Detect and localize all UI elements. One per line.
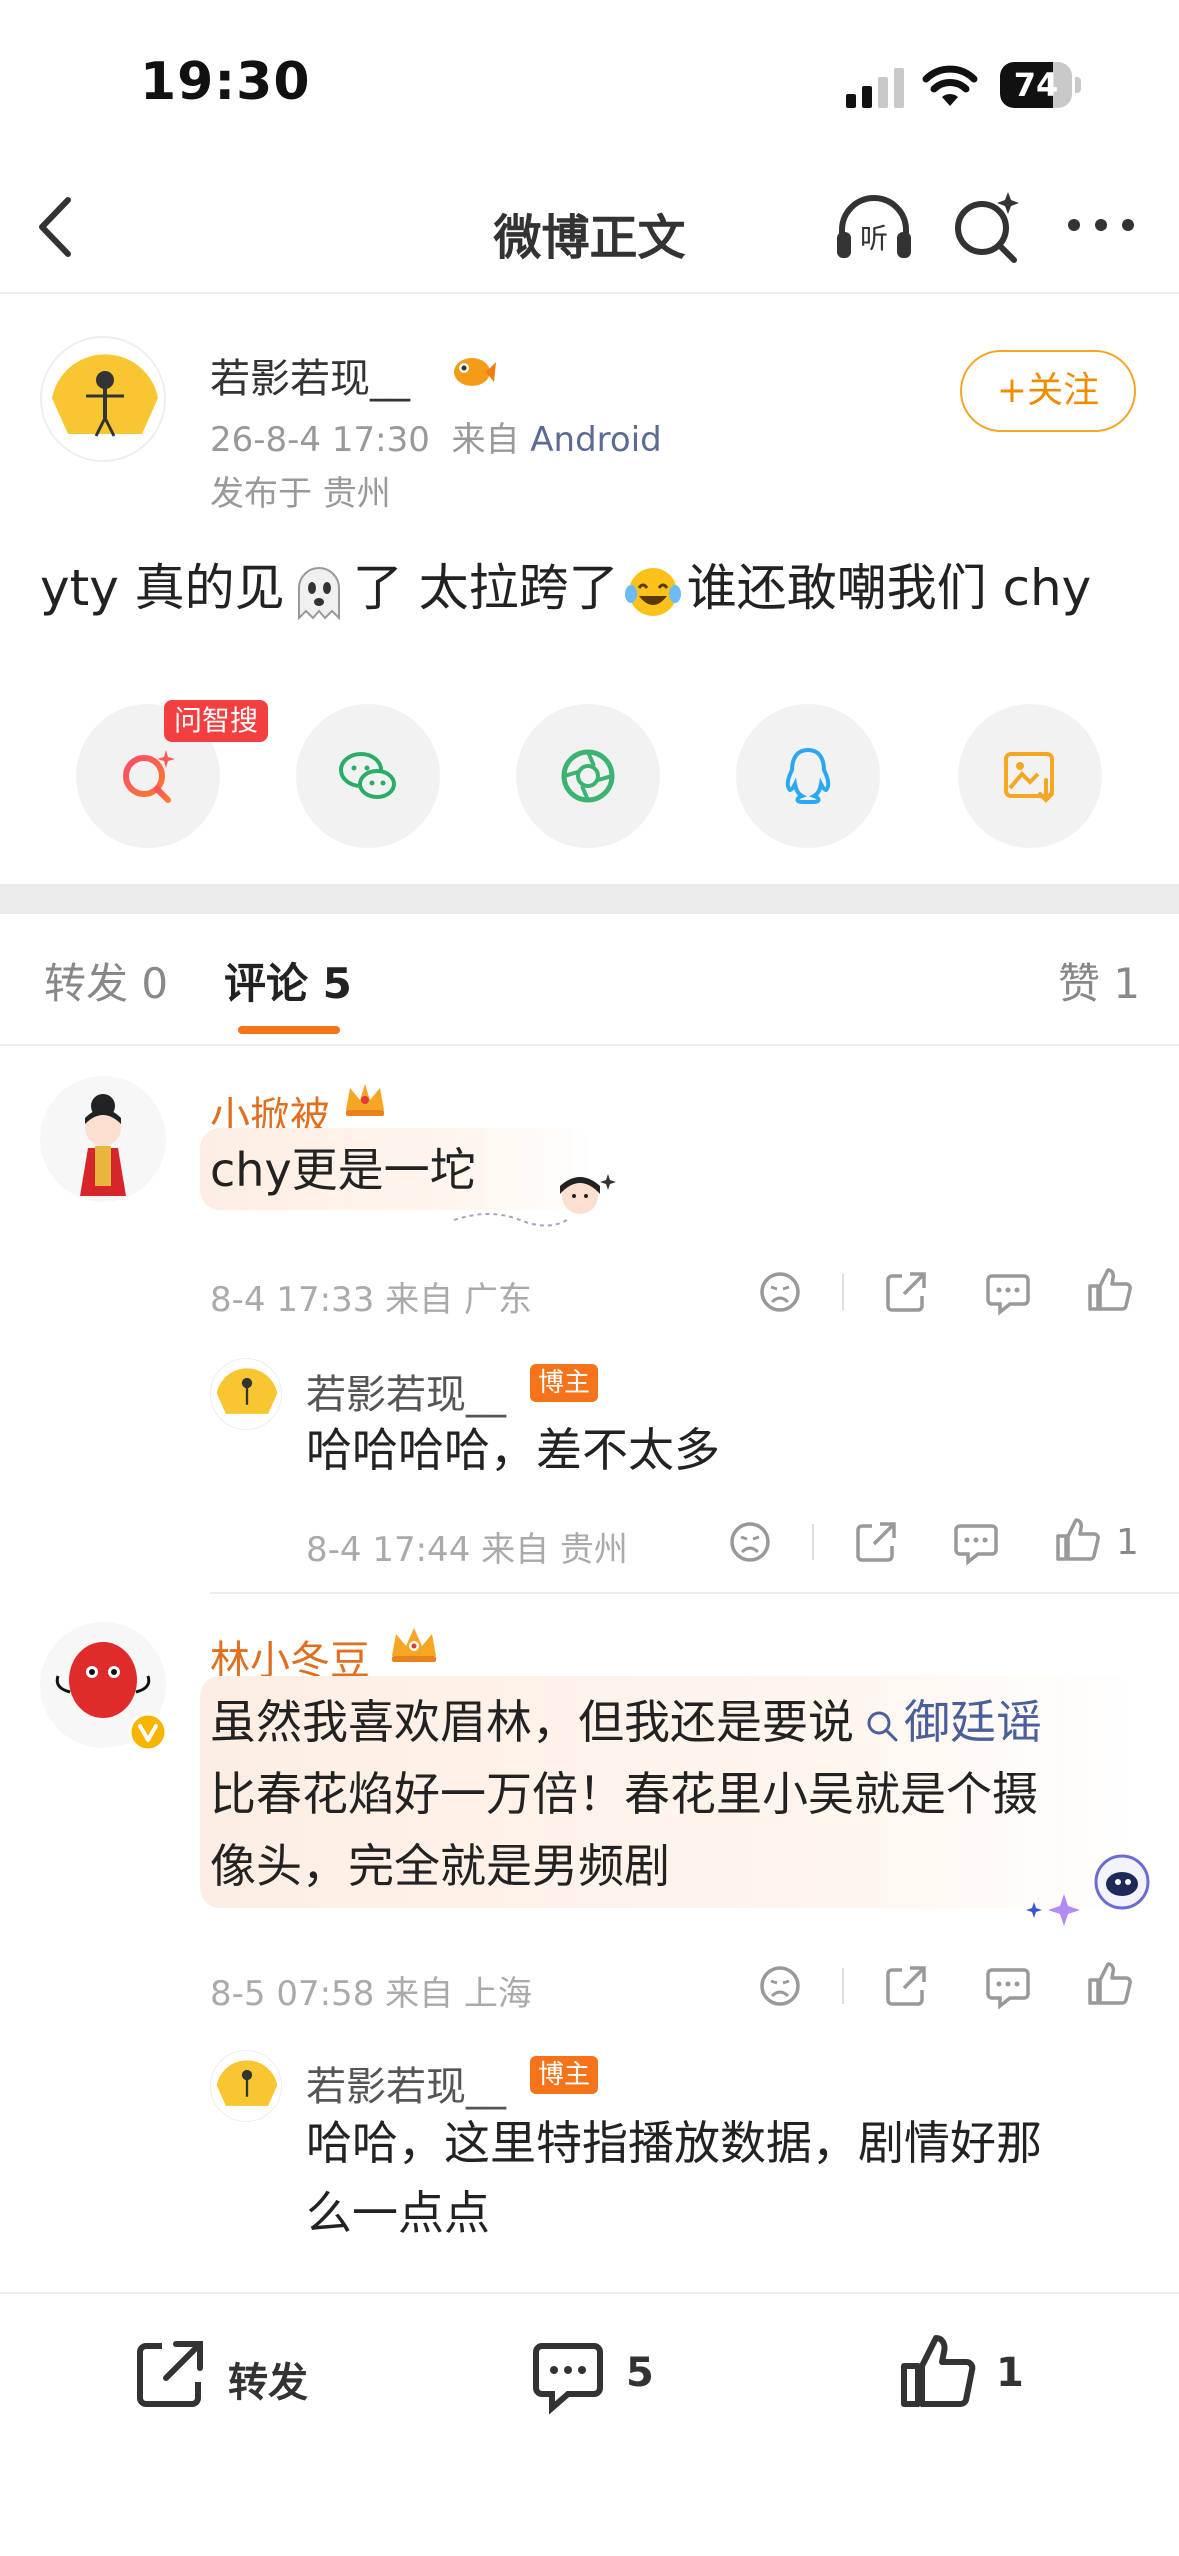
image-download-icon [1004,752,1054,803]
post-author-avatar[interactable] [40,336,166,462]
dislike-face-icon[interactable] [756,1962,804,2010]
post-location: 发布于 贵州 [210,474,391,514]
tabs-divider [0,1044,1179,1046]
battery-icon: 74 [1000,62,1082,108]
section-separator [0,884,1179,914]
like-count: 1 [1116,1522,1139,1563]
bottom-action-bar [0,2292,1179,2556]
wifi-icon [922,65,978,106]
comment-icon[interactable] [952,1518,1000,1566]
comment-count: 5 [626,2350,654,2396]
reply-text: 哈哈哈哈，差不太多 [306,1423,720,1477]
comment-text-line: 比春花焰好一万倍！春花里小吴就是个摄 [210,1767,1038,1821]
avatar[interactable] [40,1076,166,1202]
save-image-button[interactable] [958,704,1102,848]
tab-comments[interactable]: 评论 5 [224,950,352,1011]
post-text-part: 谁还敢嘲我们 chy [686,559,1092,617]
dislike-face-icon[interactable] [726,1518,774,1566]
comment-divider [210,1592,1179,1594]
like-thumb-icon[interactable] [1086,1266,1134,1314]
post-source-prefix: 来自 [451,420,520,460]
share-icon[interactable] [882,1962,930,2010]
action-separator [842,1968,844,2004]
like-icon[interactable] [898,2332,978,2412]
comment-icon[interactable] [984,1962,1032,2010]
laughing-tears-emoji-icon [624,567,681,616]
decoration-sticker-icon [453,1174,616,1227]
comment-meta: 8-4 17:33 来自 广东 [210,1280,532,1320]
ghost-emoji-icon [297,566,340,620]
topic-link[interactable]: 御廷谣 [854,1695,1042,1749]
astronaut-sticker-icon [1026,1854,1150,1926]
fish-badge-icon [454,358,496,386]
avatar[interactable] [210,2050,282,2122]
listen-headphone-icon[interactable]: 听 [834,192,914,264]
search-spark-icon[interactable] [950,188,1022,264]
like-thumb-icon[interactable] [1086,1960,1134,2008]
qq-penguin-icon [785,747,831,804]
tab-repost[interactable]: 转发 0 [44,950,168,1011]
share-moments-button[interactable] [516,704,660,848]
comment-text: chy更是一坨 [210,1143,476,1197]
share-icon[interactable] [852,1518,900,1566]
post-source[interactable]: Android [530,420,661,460]
post-author-name[interactable]: 若影若现__ [210,346,410,404]
like-count-total: 1 [996,2350,1024,2396]
share-wechat-button[interactable] [296,704,440,848]
ai-search-badge: 问智搜 [164,700,269,742]
share-qq-button[interactable] [736,704,880,848]
repost-icon[interactable] [130,2334,210,2414]
share-icon[interactable] [882,1268,930,1316]
repost-label[interactable]: 转发 [228,2350,308,2408]
comment-meta: 8-5 07:58 来自 上海 [210,1974,532,2014]
verified-v-icon [128,1712,168,1752]
cellular-signal-icon [846,68,904,108]
comment-text-line: 像头，完全就是男频剧 [210,1839,670,1893]
host-badge: 博主 [530,2056,599,2094]
search-icon [867,1711,898,1741]
status-time: 19:30 [140,52,311,112]
reply-text-line: 么一点点 [306,2186,490,2240]
wechat-icon [339,752,396,799]
post-body: yty 真的见 了 太拉跨了 谁还敢嘲我们 chy [40,548,1091,620]
svg-text:听: 听 [860,222,888,255]
more-options-icon[interactable] [1066,210,1136,240]
comment-icon[interactable] [984,1268,1032,1316]
post-text-part: yty 真的见 [40,559,285,617]
like-thumb-icon[interactable] [1054,1516,1102,1564]
post-time: 26-8-4 17:30 [210,420,430,460]
reply-author[interactable]: 若影若现__ [306,2054,506,2112]
reply-meta: 8-4 17:44 来自 贵州 [306,1530,628,1570]
reply-text-line: 哈哈，这里特指播放数据，剧情好那 [306,2116,1042,2170]
action-separator [842,1274,844,1310]
post-meta: 26-8-4 17:30 来自 Android [210,412,662,461]
vip-crown-icon [392,1628,436,1662]
reply-author[interactable]: 若影若现__ [306,1362,506,1420]
vip-crown-icon [346,1084,384,1116]
action-separator [812,1524,814,1560]
avatar[interactable] [210,1358,282,1430]
tab-active-indicator [238,1026,340,1034]
dislike-face-icon[interactable] [756,1268,804,1316]
host-badge: 博主 [530,1364,599,1402]
comment-bubble-icon[interactable] [528,2336,608,2416]
comment-text: 虽然我喜欢眉林，但我还是要说 御廷谣 比春花焰好一万倍！春花里小吴就是个摄 像头，… [210,1686,1042,1902]
post-text-part: 了 太拉跨了 [352,559,619,617]
topic-text: 御廷谣 [904,1695,1042,1749]
reply-text: 哈哈，这里特指播放数据，剧情好那 么一点点 [306,2108,1042,2248]
tab-likes[interactable]: 赞 1 [1058,950,1140,1011]
nav-divider [0,292,1179,294]
ai-search-icon [123,750,175,803]
comment-text-line: 虽然我喜欢眉林，但我还是要说 [210,1695,854,1749]
battery-level: 74 [1013,66,1059,104]
follow-button[interactable]: +关注 [960,350,1136,432]
wechat-moments-icon [561,749,615,803]
